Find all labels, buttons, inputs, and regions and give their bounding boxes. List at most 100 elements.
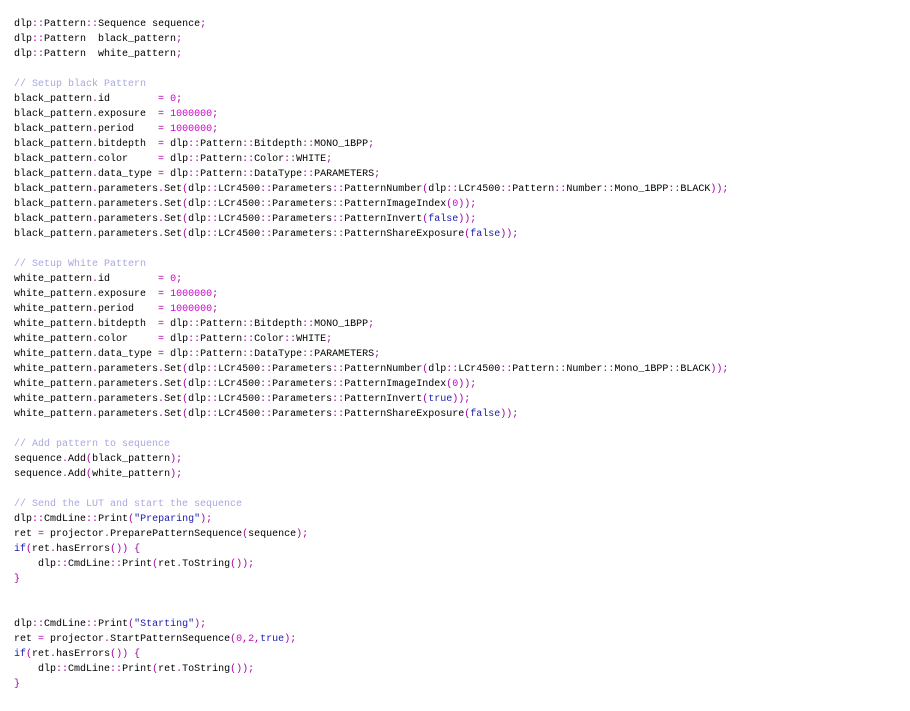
code-token: BLACK <box>680 364 711 375</box>
code-token: dlp <box>14 664 57 675</box>
code-line: black_pattern.bitdepth = dlp::Pattern::B… <box>14 137 728 152</box>
code-line: white_pattern.data_type = dlp::Pattern::… <box>14 347 728 362</box>
code-token: Add <box>68 469 87 480</box>
code-token: Parameters <box>272 364 333 375</box>
code-line: // Setup White Pattern <box>14 257 728 272</box>
number-literal: 1000000 <box>170 124 213 135</box>
code-token: Pattern <box>200 139 243 150</box>
code-token: Parameters <box>272 214 333 225</box>
operator-token: ()) <box>110 544 129 555</box>
code-line: sequence.Add(black_pattern); <box>14 452 728 467</box>
number-literal: 1000000 <box>170 289 213 300</box>
code-token: data_type <box>98 349 159 360</box>
operator-token: ; <box>326 334 333 345</box>
operator-token: ; <box>326 154 333 165</box>
code-token: CmdLine <box>68 664 111 675</box>
code-comment: // Setup black Pattern <box>14 79 147 90</box>
code-token: parameters <box>98 199 159 210</box>
code-token: Set <box>164 394 183 405</box>
code-line: ret = projector.StartPatternSequence(0,2… <box>14 632 728 647</box>
keyword-token: if <box>14 649 27 660</box>
code-line: white_pattern.parameters.Set(dlp::LCr450… <box>14 377 728 392</box>
code-token: WHITE <box>296 154 327 165</box>
operator-token: :: <box>188 319 201 330</box>
operator-token: :: <box>32 514 45 525</box>
operator-token: :: <box>602 364 615 375</box>
code-token: id <box>98 94 159 105</box>
code-token: StartPatternSequence <box>110 634 231 645</box>
code-token: exposure <box>98 289 159 300</box>
code-token: parameters <box>98 214 159 225</box>
operator-token: :: <box>500 184 513 195</box>
code-token: Set <box>164 229 183 240</box>
number-literal: 1000000 <box>170 304 213 315</box>
code-token: PatternInvert <box>344 394 423 405</box>
code-token: data_type <box>98 169 159 180</box>
boolean-literal: false <box>428 214 459 225</box>
code-line: dlp::CmdLine::Print("Preparing"); <box>14 512 728 527</box>
code-token: PARAMETERS <box>314 349 375 360</box>
operator-token: )); <box>458 379 477 390</box>
code-token: Parameters <box>272 199 333 210</box>
code-token: Pattern <box>200 319 243 330</box>
operator-token: ; <box>212 124 219 135</box>
operator-token: ()); <box>230 664 255 675</box>
operator-token: :: <box>260 394 273 405</box>
code-token: PreparePatternSequence <box>110 529 243 540</box>
code-token: black_pattern <box>14 184 93 195</box>
operator-token: :: <box>446 184 459 195</box>
code-token: Pattern <box>200 334 243 345</box>
code-token: exposure <box>98 109 159 120</box>
operator-token: :: <box>602 184 615 195</box>
operator-token: :: <box>206 184 219 195</box>
code-line: if(ret.hasErrors()) { <box>14 647 728 662</box>
code-token: Bitdepth <box>254 139 303 150</box>
code-token: PatternNumber <box>344 184 423 195</box>
operator-token: )); <box>458 214 477 225</box>
code-token: dlp <box>14 619 33 630</box>
operator-token: ; <box>374 349 381 360</box>
code-token: ret <box>158 559 177 570</box>
code-token: Set <box>164 364 183 375</box>
code-token: MONO_1BPP <box>314 139 369 150</box>
code-line: } <box>14 677 728 692</box>
operator-token: )); <box>452 394 471 405</box>
boolean-literal: true <box>260 634 285 645</box>
operator-token: :: <box>284 154 297 165</box>
boolean-literal: true <box>428 394 453 405</box>
code-token: LCr4500 <box>218 229 261 240</box>
operator-token: :: <box>302 349 315 360</box>
code-token: white_pattern <box>14 364 93 375</box>
code-token: Mono_1BPP <box>614 184 669 195</box>
operator-token: :: <box>206 214 219 225</box>
code-token: black_pattern <box>92 454 171 465</box>
code-line: black_pattern.color = dlp::Pattern::Colo… <box>14 152 728 167</box>
code-line: dlp::CmdLine::Print(ret.ToString()); <box>14 662 728 677</box>
code-token: projector <box>44 529 105 540</box>
code-line: white_pattern.exposure = 1000000; <box>14 287 728 302</box>
operator-token: } <box>14 679 21 690</box>
string-literal: "Preparing" <box>134 514 201 525</box>
code-line: black_pattern.parameters.Set(dlp::LCr450… <box>14 182 728 197</box>
code-token: black_pattern <box>14 229 93 240</box>
operator-token: ); <box>296 529 309 540</box>
operator-token: :: <box>206 409 219 420</box>
code-token: Number <box>566 364 603 375</box>
code-token: dlp <box>188 394 207 405</box>
code-line: // Setup black Pattern <box>14 77 728 92</box>
operator-token: :: <box>206 229 219 240</box>
operator-token: :: <box>242 319 255 330</box>
code-line: white_pattern.period = 1000000; <box>14 302 728 317</box>
operator-token: :: <box>86 19 99 30</box>
code-token: black_pattern <box>14 154 93 165</box>
code-token: ret <box>32 544 51 555</box>
operator-token: ); <box>170 469 183 480</box>
operator-token: :: <box>56 559 69 570</box>
operator-token: :: <box>32 49 45 60</box>
code-token: projector <box>44 634 105 645</box>
operator-token: :: <box>188 349 201 360</box>
